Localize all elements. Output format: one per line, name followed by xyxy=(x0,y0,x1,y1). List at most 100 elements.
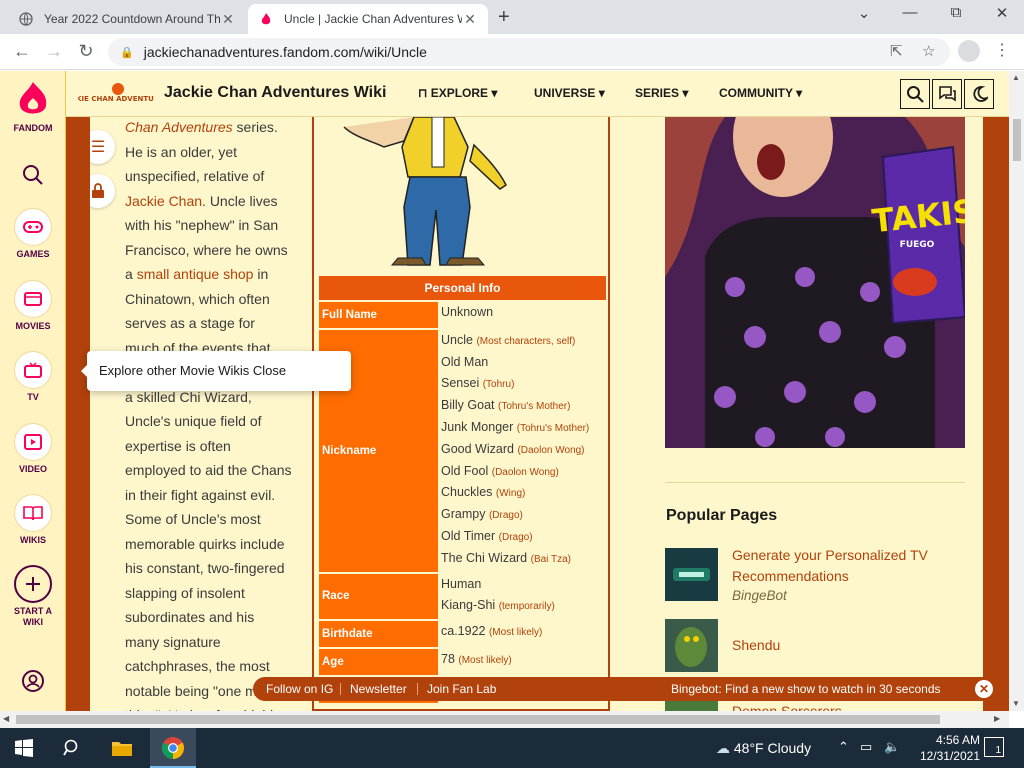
infobox-value-line: Grampy (Drago) xyxy=(441,507,523,522)
separator xyxy=(340,683,341,695)
windows-start-icon[interactable] xyxy=(12,736,36,760)
tab-title: Year 2022 Countdown Around The xyxy=(44,12,220,26)
fandom-home-link[interactable]: FANDOM xyxy=(0,77,66,133)
profile-avatar-icon[interactable] xyxy=(958,40,980,62)
nav-movies[interactable]: MOVIES xyxy=(0,280,66,331)
scroll-thumb[interactable] xyxy=(16,715,940,724)
article-link[interactable]: small antique shop xyxy=(137,266,254,282)
chrome-taskbar-button[interactable] xyxy=(150,728,196,768)
notifications-icon[interactable]: 1 xyxy=(984,737,1004,757)
nav-tv[interactable]: TV xyxy=(0,351,66,402)
lock-button[interactable] xyxy=(90,174,115,208)
infobox-value-line: Sensei (Tohru) xyxy=(441,376,515,391)
search-icon[interactable] xyxy=(60,736,84,760)
wiki-title[interactable]: Jackie Chan Adventures Wiki xyxy=(164,84,386,102)
infobox-value: Human Kiang-Shi (temporarily) xyxy=(441,574,607,618)
infobox-row: Full Name Unknown xyxy=(319,302,606,328)
tab-countdown[interactable]: Year 2022 Countdown Around The ✕ xyxy=(8,4,246,34)
infobox-value-note: (temporarily) xyxy=(498,601,555,613)
article-line: thing". He is a formidabl xyxy=(125,703,305,711)
infobox-value-note: (Drago) xyxy=(498,531,533,543)
scroll-left-icon[interactable]: ◀ xyxy=(3,714,9,723)
new-tab-button[interactable]: + xyxy=(498,6,510,29)
popular-page-title[interactable]: Generate your Personalized TV Recommenda… xyxy=(732,545,952,587)
bookmark-star-icon[interactable]: ☆ xyxy=(922,42,935,60)
notification-count: 1 xyxy=(995,745,1001,756)
reload-icon[interactable]: ↻ xyxy=(74,41,98,62)
caret-down-icon: ▾ xyxy=(796,86,803,100)
restore-button[interactable]: ⧉ xyxy=(934,4,978,21)
article-line: expertise is often xyxy=(125,437,231,454)
bingebot-promo-link[interactable]: Bingebot: Find a new show to watch in 30… xyxy=(671,677,941,701)
nav-label: MOVIES xyxy=(15,321,51,331)
network-icon[interactable]: ▭ xyxy=(860,739,872,755)
thumbnail-bingebot xyxy=(665,548,718,601)
tab-close-icon[interactable]: ✕ xyxy=(220,11,236,28)
tab-search-icon[interactable]: ⌄ xyxy=(842,4,886,22)
nav-label: START A WIKI xyxy=(14,606,52,627)
divider xyxy=(665,482,965,483)
ad-subbrand: FUEGO xyxy=(900,240,935,250)
fandom-flame-icon xyxy=(258,11,274,27)
infobox-value-note: (Wing) xyxy=(495,488,526,500)
newsletter-link[interactable]: Newsletter xyxy=(350,677,407,701)
minimize-button[interactable]: — xyxy=(888,4,932,21)
volume-muted-icon[interactable]: 🔈 xyxy=(884,739,900,755)
scroll-right-icon[interactable]: ▶ xyxy=(994,714,1000,723)
infobox-value-line: The Chi Wizard (Bai Tza) xyxy=(441,550,572,565)
clock[interactable]: 4:56 AM 12/31/2021 xyxy=(900,732,980,764)
right-rail: TAKIS FUEGO Popular Pages Generate your … xyxy=(665,117,965,711)
back-icon[interactable]: ← xyxy=(10,41,34,62)
forward-icon[interactable]: → xyxy=(42,41,66,62)
advertisement[interactable]: TAKIS FUEGO xyxy=(665,117,965,448)
theme-toggle-button[interactable] xyxy=(964,79,994,109)
nav-video[interactable]: VIDEO xyxy=(0,423,66,474)
search-button[interactable] xyxy=(0,163,66,189)
wiki-logo[interactable]: JACKIE CHAN ADVENTURES xyxy=(62,81,169,107)
toc-button[interactable]: ☰ xyxy=(90,130,115,164)
nav-label: GAMES xyxy=(16,249,50,259)
article-line: memorable quirks include xyxy=(125,535,285,552)
nav-label: VIDEO xyxy=(18,464,47,474)
infobox-row: Nickname Uncle (Most characters, self) Old… xyxy=(319,329,606,572)
nav-universe[interactable]: UNIVERSE ▾ xyxy=(534,86,605,100)
share-icon[interactable]: ⇱ xyxy=(890,42,903,60)
movie-icon xyxy=(14,280,52,318)
join-fan-lab-link[interactable]: Join Fan Lab xyxy=(427,677,496,701)
scroll-down-icon[interactable]: ▼ xyxy=(1012,699,1020,708)
article-link[interactable]: Jackie Chan xyxy=(125,193,202,209)
nav-start-wiki[interactable]: START A WIKI xyxy=(0,565,66,628)
popular-page-title[interactable]: Demon Sorcerers xyxy=(732,701,952,711)
discussions-button[interactable] xyxy=(932,79,962,109)
popular-page-title[interactable]: Shendu xyxy=(732,635,952,656)
tray-chevron-icon[interactable]: ⌃ xyxy=(838,739,849,755)
nav-universe-label: UNIVERSE xyxy=(534,86,596,100)
scroll-up-icon[interactable]: ▲ xyxy=(1012,73,1020,82)
nav-community[interactable]: COMMUNITY ▾ xyxy=(719,86,802,100)
user-account-button[interactable] xyxy=(0,669,66,695)
article-line: catchphrases, the most xyxy=(125,658,270,674)
nav-explore[interactable]: ⊓ EXPLORE ▾ xyxy=(418,86,497,100)
file-explorer-icon[interactable] xyxy=(110,736,134,760)
close-icon[interactable]: ✕ xyxy=(975,680,993,698)
menu-kebab-icon[interactable]: ⋮ xyxy=(994,40,1010,60)
nav-series[interactable]: SERIES ▾ xyxy=(635,86,688,100)
search-icon xyxy=(907,86,924,103)
weather-widget[interactable]: ☁ 48°F Cloudy xyxy=(716,740,811,757)
infobox-value-line: Old Man xyxy=(441,354,489,369)
horizontal-scrollbar[interactable]: ◀ ▶ xyxy=(0,711,1009,728)
explore-wikis-tooltip[interactable]: Explore other Movie Wikis Close xyxy=(81,351,351,391)
character-infobox: Personal Info Full Name Unknown Nickname Un… xyxy=(312,117,610,711)
article-link[interactable]: Chan Adventures xyxy=(125,119,233,135)
nav-wikis[interactable]: WIKIS xyxy=(0,494,66,545)
follow-ig-link[interactable]: Follow on IG xyxy=(266,677,333,701)
tab-close-icon[interactable]: ✕ xyxy=(462,11,478,28)
address-bar[interactable]: 🔒 jackiechanadventures.fandom.com/wiki/U… xyxy=(108,38,950,66)
scroll-thumb[interactable] xyxy=(1013,119,1021,161)
close-window-button[interactable]: ✕ xyxy=(980,4,1024,22)
vertical-scrollbar[interactable]: ▲ ▼ xyxy=(1009,71,1024,711)
wiki-search-button[interactable] xyxy=(900,79,930,109)
article-line: with his "nephew" in San xyxy=(125,217,279,233)
nav-games[interactable]: GAMES xyxy=(0,208,66,259)
tab-uncle[interactable]: Uncle | Jackie Chan Adventures W ✕ xyxy=(248,4,488,34)
